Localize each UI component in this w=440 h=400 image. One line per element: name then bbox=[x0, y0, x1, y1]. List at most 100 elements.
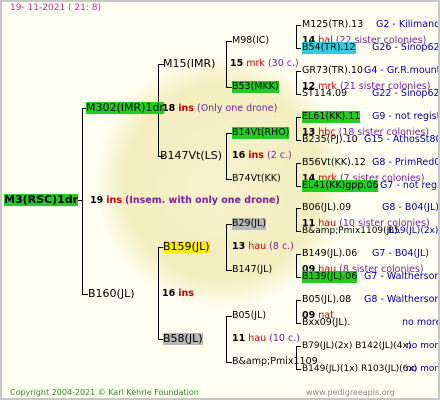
connector bbox=[82, 108, 83, 294]
ancestor-l4-7[interactable]: B56Vt(KK).12 bbox=[302, 157, 366, 169]
ancestor-l4-10[interactable]: B&amp;Pmix1109(JL). bbox=[302, 225, 401, 237]
father-queen[interactable]: B160(JL) bbox=[88, 288, 135, 300]
root-info: 19 ins (Insem. with only one drone) bbox=[90, 195, 280, 207]
father-info: 16 ins bbox=[162, 288, 194, 300]
ancestor-l4-4-info: G22 - Sinop62R bbox=[372, 88, 440, 99]
grandparent-2-info: 16 ins (2 c.) bbox=[232, 150, 292, 162]
ancestor-6[interactable]: B147(JL) bbox=[232, 264, 272, 276]
connector bbox=[296, 117, 301, 118]
ancestor-l4-6-info: G15 - AthosSt80R bbox=[364, 134, 440, 145]
note: (30 c.) bbox=[267, 58, 299, 69]
copyright: Copyright 2004-2021 © Karl Kehrle Founda… bbox=[10, 388, 199, 397]
connector bbox=[296, 231, 301, 232]
connector bbox=[296, 254, 297, 277]
ancestor-l4-14-info: no more bbox=[402, 317, 440, 328]
connector bbox=[296, 163, 297, 186]
grandparent-1[interactable]: M15(IMR) bbox=[163, 58, 215, 70]
connector bbox=[296, 254, 301, 255]
ancestor-l4-9-info: G8 - B04(JL) bbox=[382, 202, 439, 213]
ancestor-l4-16[interactable]: B149(JL)(1x) R103(JL)(6x) bbox=[302, 363, 417, 375]
connector bbox=[296, 300, 297, 323]
ancestor-l4-2-info: G26 - Sinop62R bbox=[372, 42, 440, 53]
mother-info: 18 ins (Only one drone) bbox=[162, 103, 277, 115]
ancestor-l4-5[interactable]: EL61(KK).11 bbox=[302, 111, 361, 123]
ancestor-3[interactable]: B14Vt(RHO) bbox=[232, 127, 290, 139]
ancestor-l4-1-info: G2 - Kilimand Q bbox=[376, 19, 440, 30]
root-queen[interactable]: M3(RSC)1dr bbox=[4, 194, 79, 206]
header-date: 19- 11-2021 ( 21: 8) bbox=[10, 3, 101, 13]
mother-note: (Only one drone) bbox=[196, 103, 278, 114]
gen: 13 bbox=[232, 241, 246, 252]
father-ins: ins bbox=[178, 288, 194, 299]
grandparent-2[interactable]: B147Vt(LS) bbox=[160, 150, 222, 162]
connector bbox=[296, 48, 301, 49]
connector bbox=[296, 25, 301, 26]
note: (10 c.) bbox=[269, 333, 300, 344]
connector bbox=[296, 369, 301, 370]
connector bbox=[296, 208, 301, 209]
connector bbox=[296, 71, 301, 72]
ancestor-l4-15[interactable]: B79(JL)(2x) B142(JL)(4x) bbox=[302, 340, 411, 352]
connector bbox=[296, 25, 297, 48]
root-ins: ins bbox=[106, 195, 122, 206]
connector bbox=[296, 117, 297, 140]
website-link[interactable]: www.pedigreeapis.org bbox=[306, 388, 395, 397]
grandparent-3[interactable]: B159(JL) bbox=[163, 241, 210, 253]
connector bbox=[158, 247, 159, 339]
ancestor-l4-7-info: G8 - PrimRed01 bbox=[372, 157, 440, 168]
father-gen: 16 bbox=[162, 288, 176, 299]
note: (2 c.) bbox=[266, 150, 292, 161]
ancestor-l4-9[interactable]: B06(JL).09 bbox=[302, 202, 351, 214]
ancestor-l4-4[interactable]: ST114.09 bbox=[302, 88, 347, 100]
ancestor-l4-11[interactable]: B149(JL).06 bbox=[302, 248, 357, 260]
gen: 16 bbox=[232, 150, 246, 161]
mother-ins: ins bbox=[178, 103, 194, 114]
sib: mrk bbox=[246, 58, 265, 69]
gen: 11 bbox=[232, 333, 246, 344]
ancestor-l4-8-info: G7 - not registe bbox=[380, 180, 440, 191]
connector bbox=[226, 133, 227, 179]
connector bbox=[226, 316, 227, 362]
grandparent-4[interactable]: B58(JL) bbox=[163, 333, 203, 345]
ancestor-l4-2[interactable]: B54(TR).12 bbox=[302, 42, 356, 54]
ancestor-l4-8[interactable]: EL41(KK)gpp.06 bbox=[302, 180, 379, 192]
connector bbox=[296, 208, 297, 231]
ancestor-l4-13[interactable]: B05(JL).08 bbox=[302, 294, 351, 306]
gen: 15 bbox=[230, 58, 244, 69]
root-note: (Insem. with only one drone) bbox=[124, 195, 280, 206]
mother-queen[interactable]: M302(IMR)1dr bbox=[86, 102, 164, 114]
ancestor-l4-15-info: no more bbox=[406, 341, 440, 351]
ancestor-l4-14[interactable]: Bxx09(JL). bbox=[302, 317, 350, 329]
connector bbox=[296, 71, 297, 94]
connector bbox=[296, 186, 301, 187]
ancestor-1[interactable]: M98(IC) bbox=[232, 35, 269, 47]
pedigree-chart: 19- 11-2021 ( 21: 8) M3(RSC)1dr 19 ins (… bbox=[0, 0, 440, 400]
ancestor-l4-1[interactable]: M125(TR).13 bbox=[302, 19, 363, 31]
connector bbox=[296, 277, 301, 278]
connector bbox=[296, 346, 301, 347]
connector bbox=[226, 224, 227, 270]
ancestor-l4-16-info: no more bbox=[406, 364, 440, 374]
ancestor-l4-11-info: G7 - B04(JL) bbox=[372, 248, 429, 259]
ancestor-l4-6[interactable]: B235(PJ).10 bbox=[302, 134, 358, 146]
sib: hau bbox=[248, 333, 267, 344]
ancestor-4[interactable]: B74Vt(KK) bbox=[232, 173, 281, 185]
ancestor-7[interactable]: B05(JL) bbox=[232, 310, 266, 322]
grandparent-3-info: 13 hau (8 c.) bbox=[232, 241, 294, 253]
connector bbox=[296, 140, 301, 141]
ancestor-5[interactable]: B29(JL) bbox=[232, 218, 267, 230]
grandparent-4-info: 11 hau (10 c.) bbox=[232, 333, 300, 345]
ancestor-l4-13-info: G8 - Waltherson bbox=[364, 294, 440, 305]
ancestor-l4-12[interactable]: B139(JL).06 bbox=[302, 271, 358, 283]
ancestor-l4-12-info: G7 - Waltherson bbox=[364, 271, 440, 282]
ancestor-2[interactable]: B53(MKK) bbox=[232, 81, 279, 93]
note: (8 c.) bbox=[269, 241, 294, 252]
connector bbox=[296, 323, 301, 324]
grandparent-1-info: 15 mrk (30 c.) bbox=[230, 58, 299, 70]
ancestor-l4-3[interactable]: GR73(TR).10 bbox=[302, 65, 363, 77]
sib: hau bbox=[248, 241, 267, 252]
connector bbox=[226, 41, 227, 87]
connector bbox=[296, 94, 301, 95]
ancestor-l4-3-info: G4 - Gr.R.mounta bbox=[364, 65, 440, 76]
connector bbox=[296, 163, 301, 164]
